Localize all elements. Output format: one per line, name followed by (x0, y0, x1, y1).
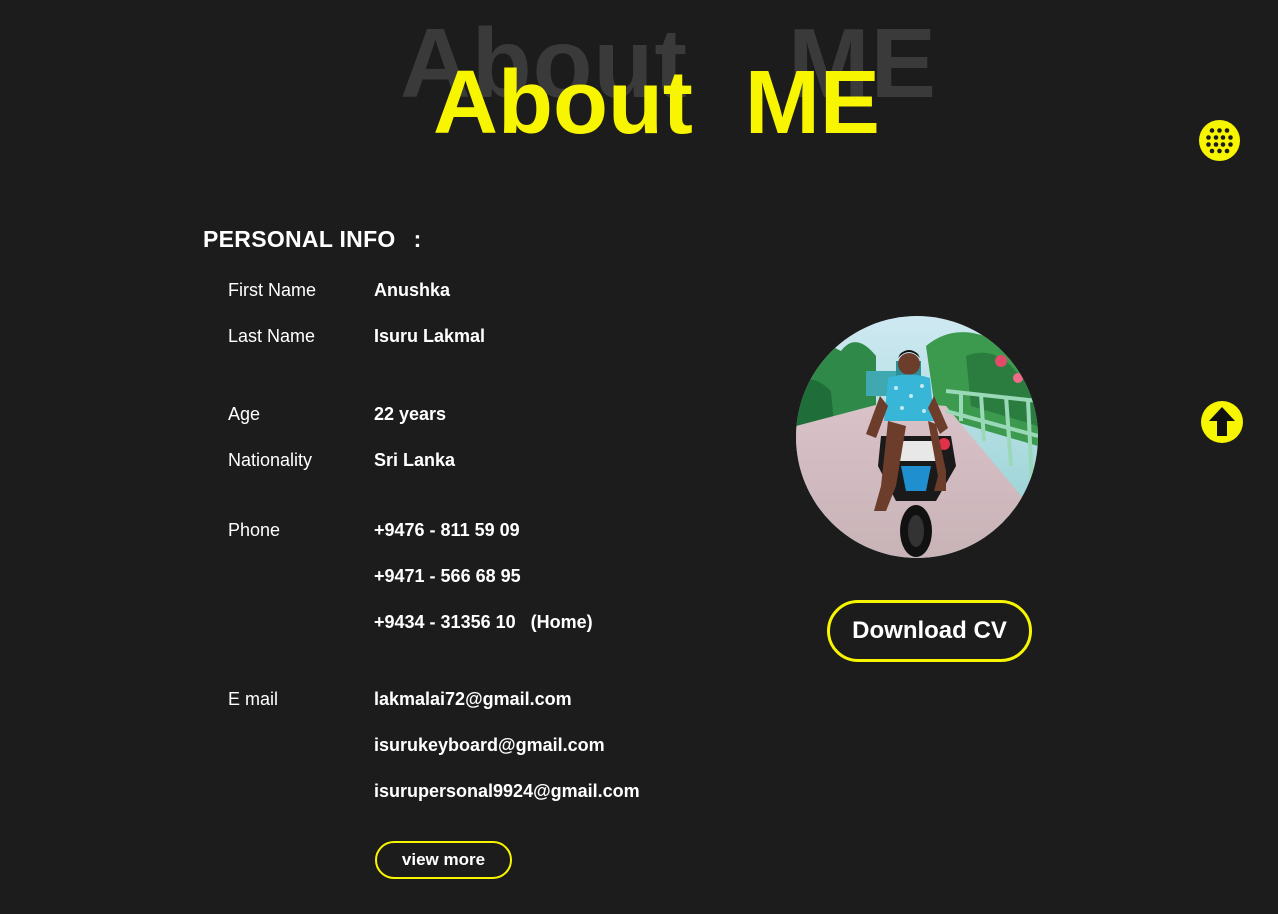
personal-info-heading-text: PERSONAL INFO (203, 226, 396, 252)
view-more-button[interactable]: view more (375, 841, 512, 879)
last-name-label: Last Name (228, 326, 316, 346)
email-value-1: lakmalai72@gmail.com (374, 689, 572, 709)
grid-dots-icon (1199, 120, 1240, 161)
personal-info-heading: PERSONAL INFO: (203, 226, 422, 253)
download-cv-button[interactable]: Download CV (827, 600, 1032, 662)
title-word2: ME (744, 53, 880, 153)
avatar (796, 316, 1038, 558)
email-label: E mail (228, 689, 279, 709)
scroll-top-button[interactable] (1201, 401, 1243, 443)
first-name-label: First Name (228, 280, 317, 300)
page-title: About ME (433, 58, 953, 148)
arrow-up-icon (1201, 401, 1243, 443)
phone-value-2: +9471 - 566 68 95 (374, 566, 521, 586)
age-value: 22 years (374, 404, 447, 424)
phone-value-1: +9476 - 811 59 09 (374, 520, 520, 540)
last-name-value: Isuru Lakmal (374, 326, 486, 346)
profile-photo (796, 316, 1038, 558)
phone-label: Phone (228, 520, 281, 540)
menu-button[interactable] (1199, 120, 1240, 161)
title-word1: About (433, 53, 693, 153)
first-name-value: Anushka (374, 280, 451, 300)
age-label: Age (228, 404, 261, 424)
nationality-value: Sri Lanka (374, 450, 456, 470)
phone-value-3: +9434 - 31356 10 (Home) (374, 612, 593, 632)
nationality-label: Nationality (228, 450, 313, 470)
heading-colon: : (413, 226, 422, 252)
email-value-2: isurukeyboard@gmail.com (374, 735, 605, 755)
email-value-3: isurupersonal9924@gmail.com (374, 781, 640, 801)
